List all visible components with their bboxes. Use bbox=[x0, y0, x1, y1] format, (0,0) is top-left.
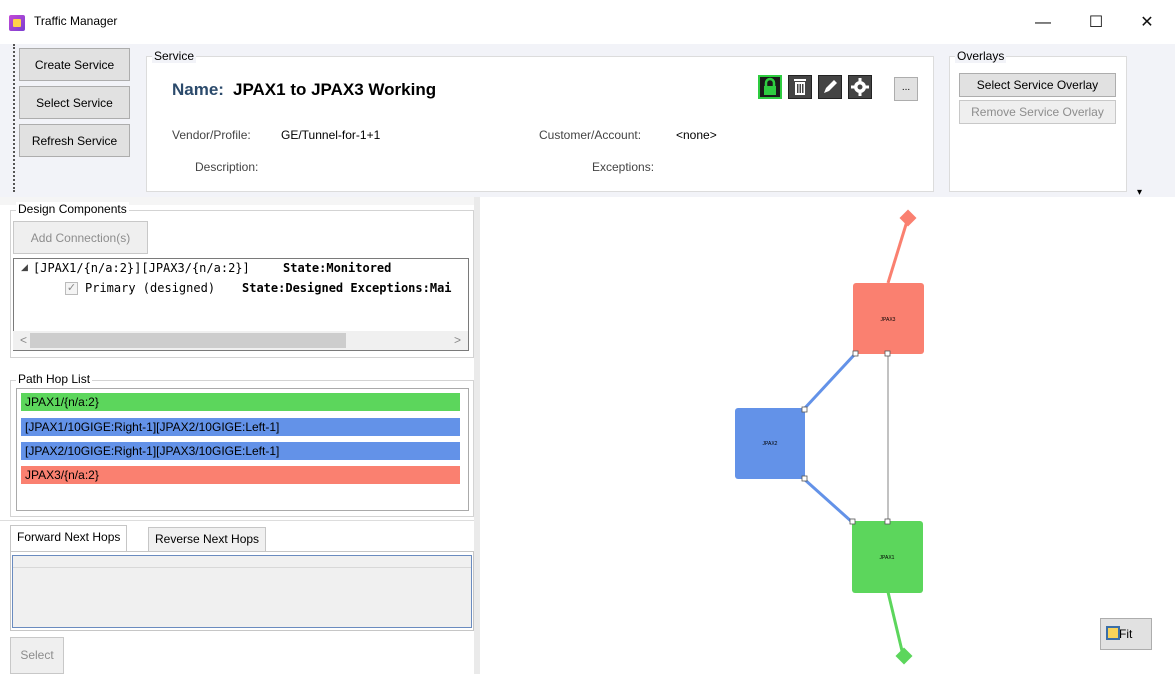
gear-icon[interactable] bbox=[848, 75, 872, 99]
select-button[interactable]: Select bbox=[10, 637, 64, 674]
service-name-value: JPAX1 to JPAX3 Working bbox=[233, 80, 437, 99]
vendor-label: Vendor/Profile: bbox=[172, 128, 251, 142]
create-service-button[interactable]: Create Service bbox=[19, 48, 130, 81]
node-jpax3-label: JPAX3 bbox=[881, 317, 896, 323]
maximize-button[interactable]: ☐ bbox=[1073, 8, 1119, 38]
close-button[interactable]: ✕ bbox=[1124, 8, 1170, 38]
list-item[interactable]: JPAX1/{n/a:2} bbox=[21, 393, 460, 411]
list-item[interactable]: [JPAX2/10GIGE:Right-1][JPAX3/10GIGE:Left… bbox=[21, 442, 460, 460]
jpax1-jpax2-link[interactable] bbox=[802, 477, 854, 524]
minimize-button[interactable]: — bbox=[1020, 8, 1066, 38]
port-handle[interactable] bbox=[884, 518, 891, 525]
trash-icon[interactable] bbox=[788, 75, 812, 99]
scrollbar-thumb[interactable] bbox=[30, 333, 346, 348]
exceptions-label: Exceptions: bbox=[592, 160, 655, 174]
window-title: Traffic Manager bbox=[34, 14, 118, 28]
fit-icon bbox=[1106, 626, 1120, 640]
node-jpax2-label: JPAX2 bbox=[763, 441, 778, 447]
app-icon bbox=[9, 15, 25, 31]
more-button[interactable]: ... bbox=[894, 77, 918, 101]
port-handle[interactable] bbox=[801, 406, 808, 413]
jpax1-endpoint-marker[interactable] bbox=[895, 647, 913, 665]
refresh-service-button[interactable]: Refresh Service bbox=[19, 124, 130, 157]
overlays-group-title: Overlays bbox=[955, 49, 1007, 63]
scroll-right-icon[interactable]: > bbox=[454, 333, 461, 347]
tree-row-connection-state: State:Monitored bbox=[283, 261, 392, 275]
jpax3-endpoint-marker[interactable] bbox=[899, 209, 917, 227]
description-label: Description: bbox=[195, 160, 259, 174]
tree-row-connection[interactable]: [JPAX1/{n/a:2}][JPAX3/{n/a:2}] bbox=[33, 261, 250, 275]
customer-label: Customer/Account: bbox=[539, 128, 642, 142]
jpax1-endpoint-link[interactable] bbox=[886, 591, 905, 656]
design-components-title: Design Components bbox=[16, 202, 129, 216]
port-handle[interactable] bbox=[852, 350, 859, 357]
pencil-icon[interactable] bbox=[818, 75, 842, 99]
list-item[interactable]: [JPAX1/10GIGE:Right-1][JPAX2/10GIGE:Left… bbox=[21, 418, 460, 436]
node-jpax1-label: JPAX1 bbox=[880, 555, 895, 561]
tab-reverse-next-hops[interactable]: Reverse Next Hops bbox=[148, 527, 267, 552]
port-handle[interactable] bbox=[801, 475, 808, 482]
port-handle[interactable] bbox=[849, 518, 856, 525]
tree-row-primary[interactable]: Primary (designed) bbox=[85, 281, 215, 295]
path-hop-list-title: Path Hop List bbox=[16, 372, 93, 386]
tab-forward-next-hops[interactable]: Forward Next Hops bbox=[10, 525, 128, 552]
lock-icon[interactable] bbox=[758, 75, 782, 99]
next-hops-grid[interactable] bbox=[12, 555, 472, 628]
list-item[interactable]: JPAX3/{n/a:2} bbox=[21, 466, 460, 484]
add-connections-button[interactable]: Add Connection(s) bbox=[13, 221, 148, 254]
primary-checkbox-icon[interactable]: ✓ bbox=[65, 282, 78, 295]
select-service-button[interactable]: Select Service bbox=[19, 86, 130, 119]
tree-expand-icon[interactable]: ◢ bbox=[21, 262, 28, 273]
service-name-label: Name: bbox=[172, 80, 224, 99]
fit-label: Fit bbox=[1119, 627, 1133, 641]
title-bar bbox=[0, 0, 1175, 44]
service-group bbox=[146, 56, 934, 192]
select-service-overlay-button[interactable]: Select Service Overlay bbox=[959, 73, 1116, 97]
ribbon-grip[interactable] bbox=[13, 44, 15, 192]
vendor-value: GE/Tunnel-for-1+1 bbox=[281, 128, 381, 142]
remove-service-overlay-button[interactable]: Remove Service Overlay bbox=[959, 100, 1116, 124]
tree-row-primary-state: State:Designed Exceptions:Mai bbox=[242, 281, 452, 295]
jpax2-jpax3-link[interactable] bbox=[802, 352, 857, 411]
topology-canvas[interactable]: JPAX3 JPAX2 JPAX1 bbox=[480, 197, 1175, 674]
port-handle[interactable] bbox=[884, 350, 891, 357]
scroll-left-icon[interactable]: < bbox=[20, 333, 27, 347]
customer-value: <none> bbox=[676, 128, 717, 142]
jpax3-endpoint-link[interactable] bbox=[886, 217, 910, 284]
service-group-title: Service bbox=[152, 49, 197, 63]
